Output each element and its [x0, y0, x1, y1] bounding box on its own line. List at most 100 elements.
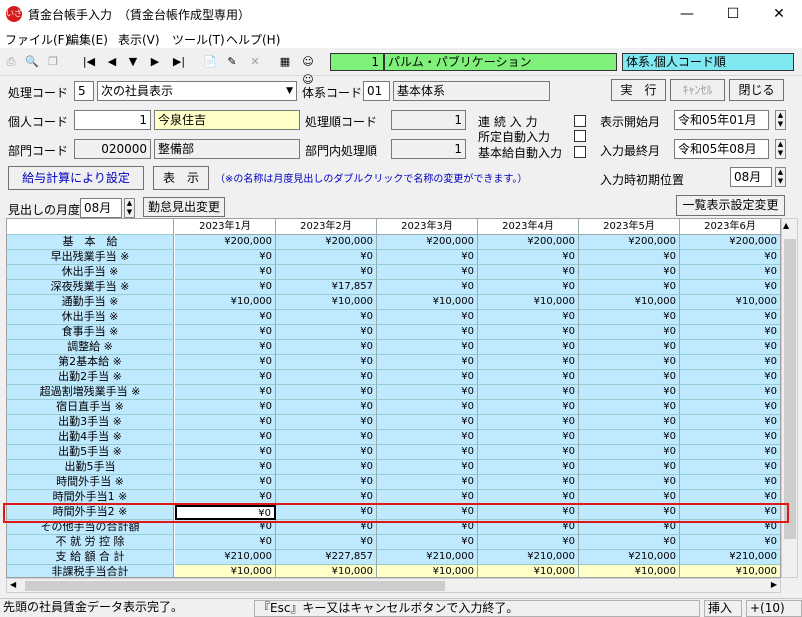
- grid-cell[interactable]: ¥0: [579, 430, 680, 445]
- grid-cell[interactable]: ¥0: [377, 445, 478, 460]
- grid-cell[interactable]: ¥0: [377, 415, 478, 430]
- grid-cell[interactable]: ¥0: [680, 400, 780, 415]
- grid-cell[interactable]: ¥0: [377, 325, 478, 340]
- grid-cell[interactable]: ¥10,000: [276, 295, 377, 310]
- grid-cell[interactable]: ¥0: [579, 310, 680, 325]
- proc-select[interactable]: 次の社員表示 ▼: [97, 81, 297, 101]
- grid-cell[interactable]: ¥0: [377, 250, 478, 265]
- prev-page-icon[interactable]: ◀: [103, 53, 121, 71]
- heading-month-field[interactable]: 08月: [80, 198, 122, 218]
- grid-cell[interactable]: ¥0: [377, 535, 478, 550]
- grid-cell[interactable]: ¥200,000: [276, 235, 377, 250]
- initial-pos-spinner[interactable]: ▲ ▼: [775, 167, 786, 187]
- grid-cell[interactable]: ¥0: [175, 445, 276, 460]
- grid-cell[interactable]: ¥0: [175, 325, 276, 340]
- grid-cell[interactable]: ¥0: [680, 445, 780, 460]
- grid-cell[interactable]: ¥0: [680, 265, 780, 280]
- grid-cell[interactable]: ¥0: [377, 370, 478, 385]
- grid-cell[interactable]: ¥0: [276, 445, 377, 460]
- grid-cell[interactable]: ¥10,000: [579, 565, 680, 577]
- grid-cell[interactable]: ¥0: [478, 415, 579, 430]
- grid-cell[interactable]: ¥0: [276, 415, 377, 430]
- cancel-button[interactable]: ｷｬﾝｾﾙ: [670, 79, 725, 101]
- grid-cell[interactable]: ¥0: [478, 445, 579, 460]
- grid-cell[interactable]: ¥0: [579, 250, 680, 265]
- grid-cell[interactable]: ¥0: [175, 250, 276, 265]
- grid-cell[interactable]: ¥0: [377, 265, 478, 280]
- scroll-right-icon[interactable]: ▶: [771, 580, 777, 589]
- grid-cell[interactable]: ¥0: [377, 340, 478, 355]
- vertical-scrollbar[interactable]: ▲: [781, 218, 798, 578]
- grid-cell[interactable]: ¥0: [377, 475, 478, 490]
- grid-cell[interactable]: ¥0: [478, 475, 579, 490]
- start-month-spinner[interactable]: ▲ ▼: [775, 110, 786, 130]
- grid-cell[interactable]: ¥0: [680, 385, 780, 400]
- grid-cell[interactable]: ¥17,857: [276, 280, 377, 295]
- grid-cell[interactable]: ¥10,000: [377, 295, 478, 310]
- grid-cell[interactable]: ¥0: [175, 385, 276, 400]
- month-header[interactable]: 2023年2月: [276, 219, 377, 235]
- grid-cell[interactable]: ¥10,000: [680, 295, 780, 310]
- grid-cell[interactable]: ¥0: [276, 325, 377, 340]
- person-code-input[interactable]: 1: [74, 110, 151, 130]
- grid-cell[interactable]: ¥0: [579, 415, 680, 430]
- grid-cell[interactable]: ¥0: [377, 355, 478, 370]
- grid-cell[interactable]: ¥0: [175, 265, 276, 280]
- attendance-heading-button[interactable]: 勤怠見出変更: [143, 197, 225, 217]
- grid-cell[interactable]: ¥0: [478, 430, 579, 445]
- grid-cell[interactable]: ¥10,000: [175, 295, 276, 310]
- grid-cell[interactable]: ¥0: [276, 370, 377, 385]
- grid-cell[interactable]: ¥0: [276, 340, 377, 355]
- grid-cell[interactable]: ¥210,000: [478, 550, 579, 565]
- maximize-icon[interactable]: ☐: [710, 0, 756, 28]
- grid-cell[interactable]: ¥0: [175, 535, 276, 550]
- close-button[interactable]: 閉じる: [729, 79, 784, 101]
- grid-cell[interactable]: ¥227,857: [276, 550, 377, 565]
- display-button[interactable]: 表 示: [153, 166, 209, 190]
- grid-cell[interactable]: ¥0: [276, 385, 377, 400]
- grid-cell[interactable]: ¥0: [680, 415, 780, 430]
- wage-grid[interactable]: 2023年1月 2023年2月 2023年3月 2023年4月 2023年5月 2023年…: [6, 218, 781, 578]
- last-record-icon[interactable]: ▶|: [170, 53, 188, 71]
- grid-cell[interactable]: ¥200,000: [478, 235, 579, 250]
- grid-cell[interactable]: ¥0: [680, 430, 780, 445]
- grid-cell[interactable]: ¥0: [377, 310, 478, 325]
- grid-cell[interactable]: ¥210,000: [579, 550, 680, 565]
- grid-cell[interactable]: ¥0: [579, 460, 680, 475]
- grid-cell[interactable]: ¥0: [276, 535, 377, 550]
- grid-cell[interactable]: ¥0: [680, 325, 780, 340]
- grid-cell[interactable]: ¥0: [478, 310, 579, 325]
- grid-cell[interactable]: ¥0: [175, 370, 276, 385]
- copy-icon[interactable]: ❐: [44, 53, 62, 71]
- grid-cell[interactable]: ¥0: [680, 340, 780, 355]
- grid-cell[interactable]: ¥200,000: [175, 235, 276, 250]
- horizontal-scrollbar[interactable]: ◀ ▶: [6, 578, 781, 593]
- grid-cell[interactable]: ¥200,000: [579, 235, 680, 250]
- grid-cell[interactable]: ¥0: [478, 460, 579, 475]
- grid-cell[interactable]: ¥0: [579, 280, 680, 295]
- grid-cell[interactable]: ¥0: [377, 280, 478, 295]
- grid-cell[interactable]: ¥0: [276, 265, 377, 280]
- grid-cell[interactable]: ¥10,000: [680, 565, 780, 577]
- last-month-field[interactable]: 令和05年08月: [674, 139, 769, 159]
- calc-settings-button[interactable]: 給与計算により設定: [8, 166, 144, 190]
- grid-cell[interactable]: ¥0: [478, 535, 579, 550]
- continuous-input-checkbox[interactable]: [574, 115, 586, 127]
- grid-cell[interactable]: ¥0: [680, 310, 780, 325]
- first-record-icon[interactable]: |◀: [80, 53, 98, 71]
- grid-cell[interactable]: ¥10,000: [175, 565, 276, 577]
- menu-view[interactable]: 表示(V): [118, 31, 160, 48]
- initial-pos-field[interactable]: 08月: [730, 167, 772, 187]
- grid-cell[interactable]: ¥0: [377, 400, 478, 415]
- grid-cell[interactable]: ¥210,000: [175, 550, 276, 565]
- grid-cell[interactable]: ¥0: [680, 460, 780, 475]
- grid-cell[interactable]: ¥0: [478, 400, 579, 415]
- grid-cell[interactable]: ¥0: [276, 310, 377, 325]
- grid-cell[interactable]: ¥0: [276, 400, 377, 415]
- down-icon[interactable]: ▼: [124, 53, 142, 71]
- grid-cell[interactable]: ¥0: [680, 250, 780, 265]
- grid-cell[interactable]: ¥0: [478, 370, 579, 385]
- new-icon[interactable]: 📄: [201, 53, 219, 71]
- grid-cell[interactable]: ¥210,000: [377, 550, 478, 565]
- grid-cell[interactable]: ¥0: [680, 535, 780, 550]
